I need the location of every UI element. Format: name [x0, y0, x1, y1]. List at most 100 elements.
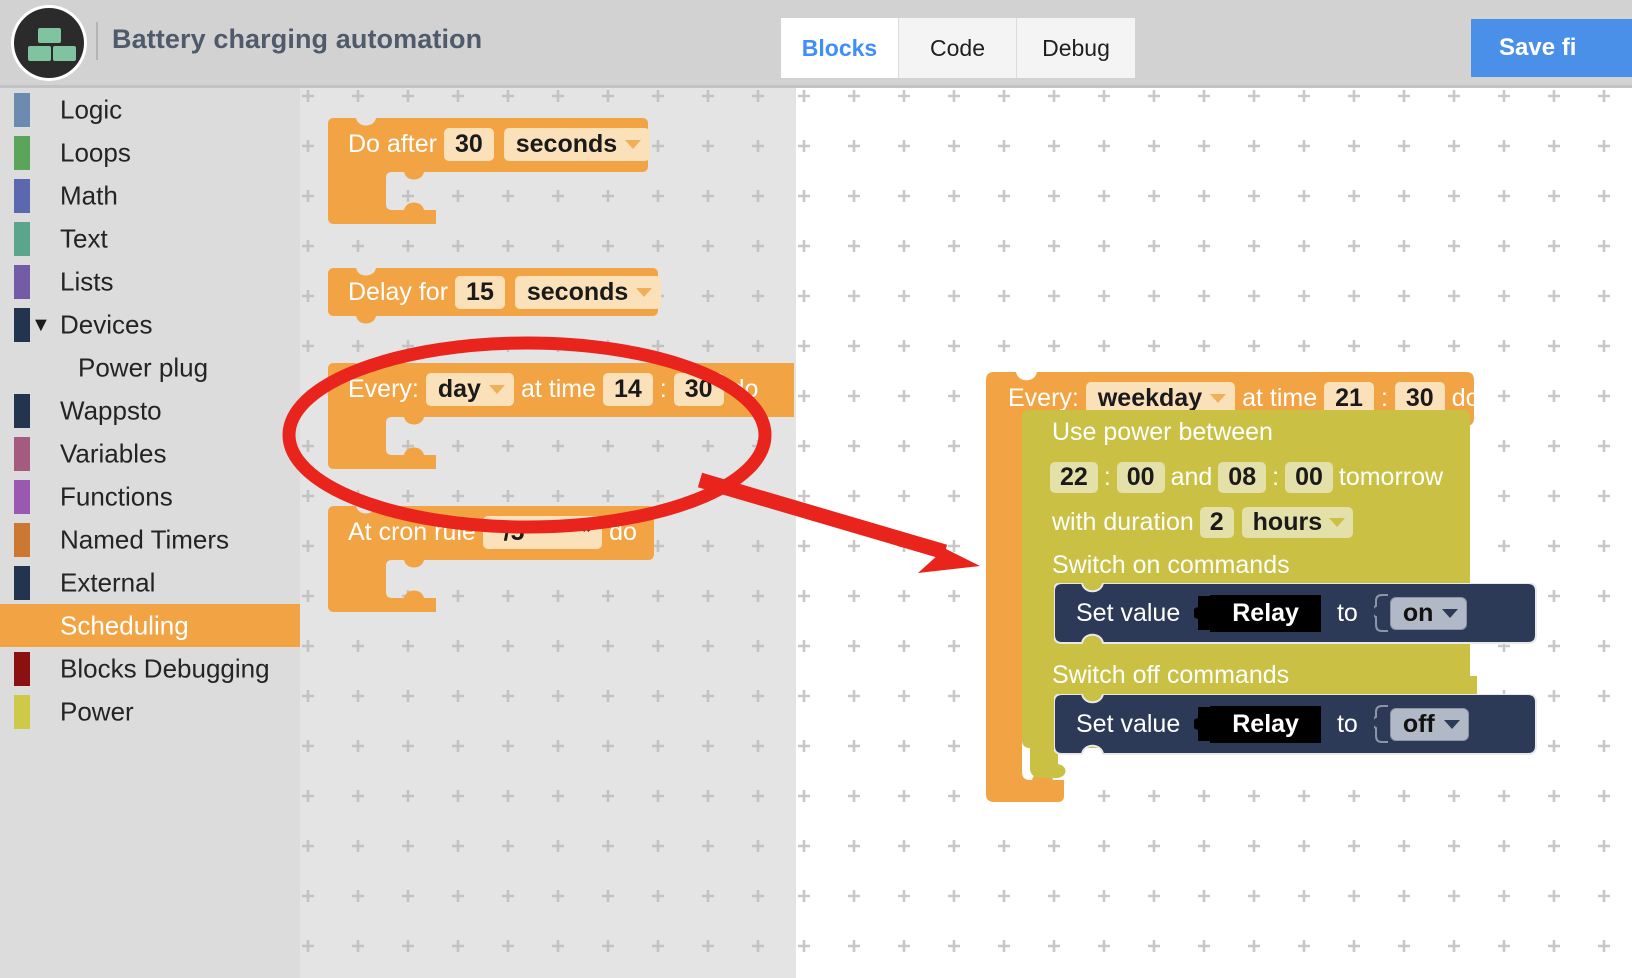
blockly-workspace[interactable]: Every: weekday at time 21 : 30 do Use po… [796, 88, 1632, 978]
use-power-label: Use power between [1052, 418, 1273, 446]
duration-label: with duration [1052, 508, 1194, 536]
sidebar-item-math[interactable]: Math [0, 174, 300, 217]
sidebar-item-label: Devices [60, 309, 153, 339]
toolbox-flyout[interactable]: Do after 30 seconds Delay for 15 seconds [300, 88, 796, 978]
tab-blocks[interactable]: Blocks [781, 18, 899, 78]
delay-for-unit-label: seconds [526, 278, 629, 306]
category-color-swatch [14, 480, 30, 514]
start-hour-field[interactable]: 22 [1050, 462, 1098, 493]
value-plug-icon [1194, 707, 1211, 741]
block-every-at-time[interactable]: Every: day at time 14 : 30 do [328, 363, 796, 478]
every-colon-label: : [659, 375, 667, 403]
sidebar-item-label: Named Timers [60, 524, 230, 554]
do-after-label: Do after [348, 130, 437, 158]
sidebar-item-label: Loops [60, 137, 131, 167]
save-file-button[interactable]: Save fi [1471, 19, 1632, 77]
set-value-off-target[interactable]: Relay [1210, 705, 1321, 743]
set-value-off-to-label: to [1336, 709, 1358, 738]
delay-for-value[interactable]: 15 [455, 276, 505, 309]
chevron-down-icon [488, 385, 505, 394]
end-colon-label: : [1272, 463, 1280, 491]
logo-circle [14, 8, 84, 78]
category-color-swatch [14, 695, 30, 729]
ws-every-mid-label: at time [1242, 384, 1318, 412]
sidebar-item-lists[interactable]: Lists [0, 260, 300, 303]
block-delay-for[interactable]: Delay for 15 seconds [328, 268, 678, 333]
category-color-swatch [14, 566, 30, 600]
category-color-swatch [14, 437, 30, 471]
do-after-unit-label: seconds [515, 130, 618, 158]
set-value-on-value: on [1402, 598, 1434, 627]
start-colon-label: : [1103, 463, 1111, 491]
sidebar-item-label: Power [60, 696, 134, 726]
sidebar-item-blocks-debugging[interactable]: Blocks Debugging [0, 647, 300, 690]
sidebar-item-power[interactable]: Power [0, 690, 300, 733]
duration-unit-dropdown[interactable]: hours [1241, 507, 1354, 538]
sidebar-item-label: Logic [60, 94, 123, 124]
block-at-cron-rule[interactable]: At cron rule */5 * * * * do [328, 506, 668, 621]
set-value-on-target[interactable]: Relay [1210, 594, 1321, 632]
socket-notch-icon [1373, 705, 1388, 743]
set-value-off-dropdown[interactable]: off [1389, 707, 1469, 741]
expand-caret-icon[interactable]: ▼ [31, 315, 51, 335]
sidebar-item-variables[interactable]: Variables [0, 432, 300, 475]
category-color-swatch [14, 179, 30, 213]
category-color-swatch [14, 136, 30, 170]
sidebar-item-devices[interactable]: ▼ Devices [0, 303, 300, 346]
logo-brick-bottom-right [53, 46, 76, 61]
category-color-swatch [14, 523, 30, 557]
chevron-down-icon [1210, 394, 1227, 403]
page-title: Battery charging automation [112, 24, 483, 54]
chevron-down-icon [1443, 719, 1460, 729]
sidebar-item-label: Blocks Debugging [60, 653, 270, 683]
blockly-editor-app: Battery charging automation Blocks Code … [0, 0, 1632, 978]
set-value-on-to-label: to [1336, 598, 1358, 627]
sidebar-item-named-timers[interactable]: Named Timers [0, 518, 300, 561]
block-set-value-on[interactable]: Set value Relay to on [1053, 582, 1544, 656]
tab-debug[interactable]: Debug [1017, 18, 1135, 78]
do-after-value[interactable]: 30 [443, 128, 494, 161]
sidebar-item-power-plug[interactable]: Power plug [0, 346, 300, 389]
sidebar-item-label: External [60, 567, 156, 597]
set-value-on-label: Set value [1076, 598, 1181, 627]
every-period-dropdown[interactable]: day [425, 373, 514, 406]
block-set-value-off[interactable]: Set value Relay to off [1053, 693, 1544, 767]
sidebar-item-text[interactable]: Text [0, 217, 300, 260]
sidebar-item-wappsto[interactable]: Wappsto [0, 389, 300, 432]
every-minute-field[interactable]: 30 [673, 373, 724, 406]
sidebar-item-label: Power plug [78, 352, 209, 382]
category-color-swatch [14, 222, 30, 256]
sidebar-item-functions[interactable]: Functions [0, 475, 300, 518]
every-period-label: day [437, 375, 481, 403]
duration-value-field[interactable]: 2 [1199, 507, 1234, 538]
socket-notch-icon [1373, 594, 1388, 632]
ws-every-period-label: weekday [1097, 384, 1203, 412]
every-hour-field[interactable]: 14 [602, 373, 653, 406]
sidebar-item-label: Variables [60, 438, 167, 468]
app-logo[interactable] [14, 8, 84, 78]
end-minute-field[interactable]: 00 [1285, 462, 1333, 493]
end-hour-field[interactable]: 08 [1218, 462, 1267, 493]
delay-for-unit-dropdown[interactable]: seconds [514, 276, 662, 309]
chevron-down-icon [625, 140, 642, 149]
sidebar-item-scheduling[interactable]: Scheduling [0, 604, 300, 647]
top-bar: Battery charging automation Blocks Code … [0, 0, 1632, 88]
ws-every-prefix-label: Every: [1008, 384, 1079, 412]
sidebar-item-loops[interactable]: Loops [0, 131, 300, 174]
do-after-unit-dropdown[interactable]: seconds [503, 128, 651, 161]
cron-rule-field[interactable]: */5 * * * * [482, 516, 603, 549]
and-label: and [1170, 463, 1213, 491]
every-mid-label: at time [520, 375, 596, 403]
start-minute-field[interactable]: 00 [1116, 462, 1165, 493]
sidebar-item-logic[interactable]: Logic [0, 88, 300, 131]
sidebar-item-label: Math [60, 180, 118, 210]
set-value-on-dropdown[interactable]: on [1389, 596, 1468, 630]
tab-code[interactable]: Code [899, 18, 1017, 78]
block-do-after[interactable]: Do after 30 seconds [328, 118, 668, 233]
category-color-swatch [14, 308, 30, 342]
set-value-off-value: off [1402, 709, 1435, 738]
sidebar-item-external[interactable]: External [0, 561, 300, 604]
sidebar-item-label: Wappsto [60, 395, 162, 425]
chevron-down-icon [636, 288, 653, 297]
value-plug-icon [1194, 596, 1211, 630]
